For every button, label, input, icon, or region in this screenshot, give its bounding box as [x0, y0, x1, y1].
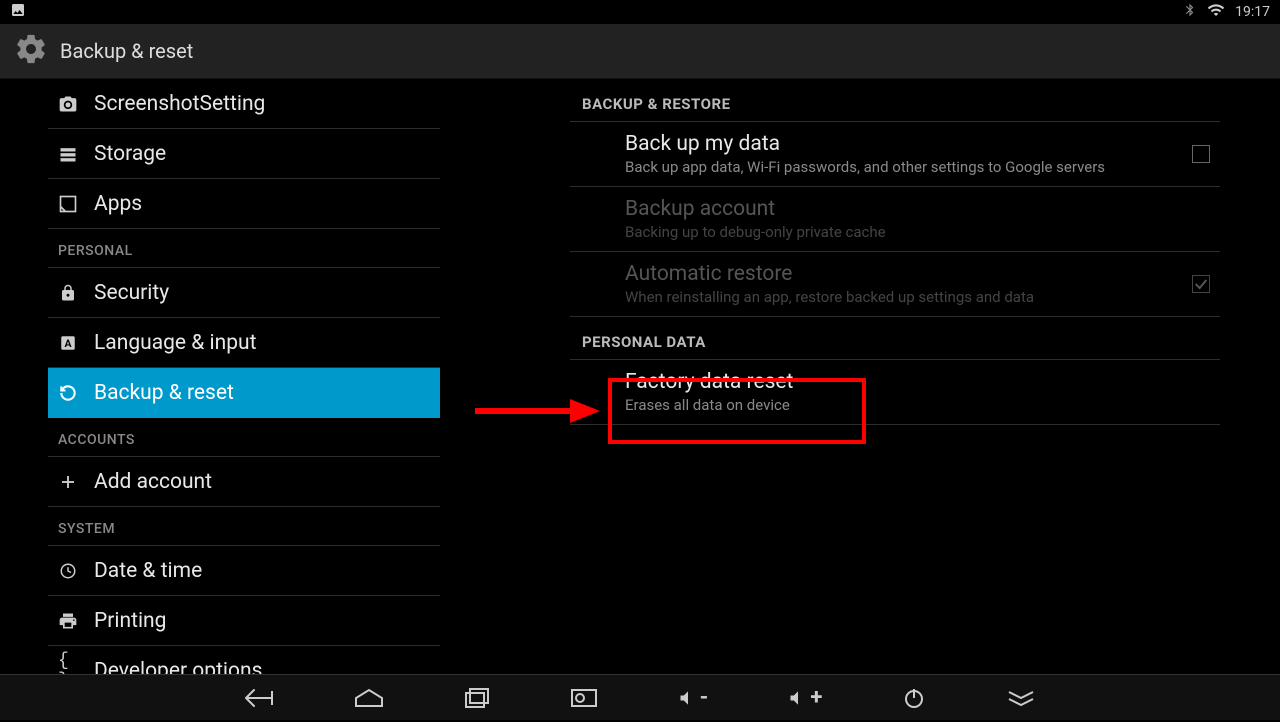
checkbox[interactable] — [1192, 145, 1210, 163]
page-title: Backup & reset — [60, 39, 193, 63]
content-item-subtitle: Back up app data, Wi-Fi passwords, and o… — [625, 158, 1220, 176]
item-backup-data[interactable]: Back up my data Back up app data, Wi-Fi p… — [570, 122, 1220, 187]
settings-sidebar: ScreenshotSetting Storage Apps PERSONAL Secu… — [0, 79, 440, 674]
nav-home[interactable] — [354, 688, 384, 708]
item-factory-reset[interactable]: Factory data reset Erases all data on dev… — [570, 360, 1220, 425]
content-section-header: BACKUP & RESTORE — [570, 79, 1220, 122]
status-time: 19:17 — [1235, 4, 1270, 20]
sidebar-item-label: Printing — [94, 609, 166, 633]
sidebar-item-add-account[interactable]: Add account — [48, 457, 440, 507]
sidebar-item-language[interactable]: A Language & input — [48, 318, 440, 368]
settings-icon — [14, 32, 48, 70]
nav-recent[interactable] — [464, 687, 490, 709]
sidebar-item-backup[interactable]: Backup & reset — [48, 368, 440, 418]
settings-content: BACKUP & RESTORE Back up my data Back up a… — [440, 79, 1280, 674]
content-item-subtitle: Backing up to debug-only private cache — [625, 223, 1220, 241]
nav-vol-down[interactable]: - — [678, 685, 709, 710]
nav-power[interactable] — [902, 686, 926, 710]
sidebar-item-developer[interactable]: { } Developer options — [48, 646, 440, 674]
sidebar-item-label: Backup & reset — [94, 381, 234, 405]
sidebar-item-screenshot[interactable]: ScreenshotSetting — [48, 79, 440, 129]
content-item-title: Back up my data — [625, 132, 1220, 156]
svg-text:A: A — [64, 336, 72, 349]
sidebar-item-label: Developer options — [94, 659, 262, 675]
item-auto-restore: Automatic restore When reinstalling an ap… — [570, 252, 1220, 317]
nav-expand[interactable] — [1006, 689, 1036, 707]
sidebar-item-label: Security — [94, 281, 169, 305]
sidebar-item-printing[interactable]: Printing — [48, 596, 440, 646]
language-icon: A — [58, 333, 78, 353]
status-bar: 19:17 — [0, 0, 1280, 24]
sidebar-item-security[interactable]: Security — [48, 268, 440, 318]
sidebar-item-apps[interactable]: Apps — [48, 179, 440, 229]
apps-icon — [58, 194, 78, 214]
sidebar-item-label: Language & input — [94, 331, 256, 355]
storage-icon — [58, 144, 78, 164]
content-item-title: Factory data reset — [625, 370, 1220, 394]
picture-icon — [10, 6, 26, 22]
content-item-title: Automatic restore — [625, 262, 1220, 286]
backup-icon — [58, 383, 78, 403]
nav-back[interactable] — [244, 687, 274, 709]
sidebar-item-label: Storage — [94, 142, 166, 166]
print-icon — [58, 611, 78, 631]
sidebar-section-header: PERSONAL — [48, 229, 440, 268]
bluetooth-icon — [1183, 3, 1197, 21]
lock-icon — [58, 283, 78, 303]
sidebar-item-label: ScreenshotSetting — [94, 92, 265, 116]
add-icon — [58, 472, 78, 492]
sidebar-item-label: Apps — [94, 192, 142, 216]
sidebar-item-label: Date & time — [94, 559, 202, 583]
nav-bar: - + — [0, 674, 1280, 720]
clock-icon — [58, 561, 78, 581]
title-bar: Backup & reset — [0, 24, 1280, 79]
content-item-subtitle: Erases all data on device — [625, 396, 1220, 414]
dev-icon: { } — [58, 661, 78, 675]
nav-vol-up[interactable]: + — [788, 685, 822, 710]
checkbox — [1192, 275, 1210, 293]
sidebar-item-label: Add account — [94, 470, 212, 494]
sidebar-item-datetime[interactable]: Date & time — [48, 546, 440, 596]
content-item-title: Backup account — [625, 197, 1220, 221]
wifi-icon — [1207, 1, 1225, 23]
sidebar-section-header: ACCOUNTS — [48, 418, 440, 457]
sidebar-item-storage[interactable]: Storage — [48, 129, 440, 179]
camera-icon — [58, 94, 78, 114]
nav-screenshot[interactable] — [570, 688, 598, 708]
content-section-header: PERSONAL DATA — [570, 317, 1220, 360]
sidebar-section-header: SYSTEM — [48, 507, 440, 546]
content-item-subtitle: When reinstalling an app, restore backed… — [625, 288, 1220, 306]
item-backup-account: Backup account Backing up to debug-only p… — [570, 187, 1220, 252]
